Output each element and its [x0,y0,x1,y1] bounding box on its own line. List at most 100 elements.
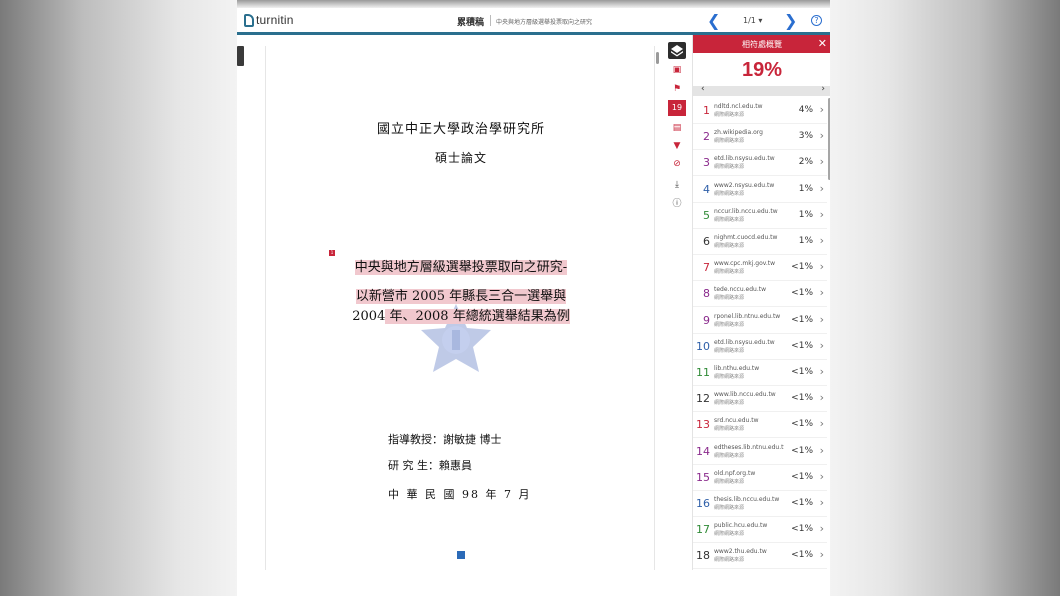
sidebar-toggle-button[interactable] [237,46,244,66]
layers-icon [671,45,683,57]
chevron-right-icon[interactable]: › [820,208,824,221]
next-page-button[interactable]: ❯ [784,11,797,30]
highlighted-match[interactable]: 以新營市 2005 年縣長三合一選舉與 [355,289,567,304]
chevron-right-icon[interactable]: › [820,155,824,168]
source-number: 1 [703,104,710,117]
source-name: www.cpc.mkj.gov.tw [714,260,776,268]
source-row[interactable]: 14 edtheses.lib.ntnu.edu.tw 網際網路來源 <1% › [693,439,827,465]
source-type: 網際網路來源 [714,138,745,145]
source-row[interactable]: 13 srd.ncu.edu.tw 網際網路來源 <1% › [693,412,827,439]
source-percent: <1% [791,498,813,508]
match-overview-panel: 相符處概覽 ✕ 19% ‹ › 1 ndltd.ncl.edu.tw 網際網路來源 4… [692,35,830,570]
turnitin-logo[interactable]: turnitin [244,13,294,27]
document-subtitle: 中央與地方層級選舉投票取向之研究 [496,19,593,26]
close-icon[interactable]: ✕ [818,37,827,50]
source-row[interactable]: 12 www.lib.nccu.edu.tw 網際網路來源 <1% › [693,386,827,413]
chevron-right-icon[interactable]: › [820,103,824,116]
chevron-right-icon[interactable]: › [820,286,824,299]
source-percent: <1% [791,340,813,351]
chevron-right-icon[interactable]: › [820,417,824,430]
page-selector[interactable]: 1/1 ▾ [743,16,762,25]
chevron-right-icon[interactable]: › [820,522,824,535]
source-row[interactable]: 4 www2.nsysu.edu.tw 網際網路來源 1% › [693,177,827,203]
chevron-right-icon[interactable]: › [820,182,824,195]
source-percent: <1% [791,524,813,535]
chevron-right-icon[interactable]: › [820,470,824,483]
chevron-right-icon[interactable]: › [820,548,824,561]
source-number: 11 [696,366,710,379]
source-name: etd.lib.nsysu.edu.tw [714,338,775,346]
chevron-left-icon[interactable]: ‹ [701,84,705,94]
source-row[interactable]: 3 etd.lib.nsysu.edu.tw 網際網路來源 2% › [693,150,827,177]
source-row[interactable]: 2 zh.wikipedia.org 網際網路來源 3% › [693,124,827,151]
chevron-right-icon[interactable]: › [820,129,824,142]
exclude-button[interactable]: ⊘ [668,156,686,171]
source-row[interactable]: 16 thesis.lib.nccu.edu.tw 網際網路來源 <1% › [693,491,827,517]
source-row[interactable]: 7 www.cpc.mkj.gov.tw 網際網路來源 <1% › [693,255,827,282]
overview-button[interactable]: ▣ [668,62,686,77]
download-icon: ⤓ [675,179,679,190]
chevron-right-icon[interactable]: › [820,313,824,326]
source-row[interactable]: 17 public.hcu.edu.tw 網際網路來源 <1% › [693,517,827,544]
source-number: 7 [703,261,710,275]
similarity-score: 19% [741,59,783,81]
source-row[interactable]: 11 lib.nthu.edu.tw 網際網路來源 <1% › [693,360,827,386]
source-row[interactable]: 15 old.npf.org.tw 網際網路來源 <1% › [693,465,827,491]
source-name: ndltd.ncl.edu.tw [714,103,763,110]
match-marker-icon[interactable] [457,551,465,559]
student-line: 研 究 生：賴惠員 [388,459,472,472]
match-count-button[interactable]: 19 [668,100,686,116]
previous-page-button[interactable]: ❮ [707,11,720,30]
match-breakdown-button[interactable]: ▤ [668,120,686,135]
chevron-right-icon[interactable]: › [820,496,824,509]
source-row[interactable]: 18 www2.thu.edu.tw 網際網路來源 <1% › [693,543,827,570]
source-row[interactable]: 5 nccur.lib.nccu.edu.tw 網際網路來源 1% › [693,203,827,229]
flag-button[interactable]: ⚑ [668,81,686,96]
source-percent: <1% [791,550,813,561]
source-number: 6 [703,235,710,248]
chevron-right-icon[interactable]: › [820,365,824,378]
source-row[interactable]: 1 ndltd.ncl.edu.tw 網際網路來源 4% › [693,98,827,124]
panel-scrollbar[interactable] [828,98,830,180]
layers-button[interactable] [668,42,686,59]
source-number: 5 [703,208,710,222]
source-number: 13 [696,418,710,432]
background-shadow-top [237,0,830,8]
help-icon[interactable]: ? [811,15,822,26]
title-text: 2004 [352,309,386,324]
document-scrollbar[interactable] [656,52,659,64]
source-percent: 1% [798,209,813,220]
chevron-right-icon[interactable]: › [820,234,824,247]
filter-icon: ▼ [673,140,681,151]
highlighted-match[interactable]: 年、2008 年總統選舉結果為例 [385,309,570,324]
turnitin-viewer: turnitin 累積稿 中央與地方層級選舉投票取向之研究 ❮ 1/1 ▾ ❯ … [237,8,830,570]
chevron-right-icon[interactable]: › [820,391,824,404]
source-type: 網際網路來源 [714,452,745,459]
source-row[interactable]: 10 etd.lib.nsysu.edu.tw 網際網路來源 <1% › [693,334,827,360]
background-shadow-right [830,0,1060,596]
source-type: 網際網路來源 [714,426,745,433]
source-percent: <1% [791,262,813,273]
chevron-right-icon[interactable]: › [821,84,825,94]
source-number: 18 [696,549,710,563]
source-percent: <1% [791,471,813,482]
chevron-right-icon[interactable]: › [820,339,824,352]
source-type: 網際網路來源 [714,531,745,538]
source-row[interactable]: 9 rponel.lib.ntnu.edu.tw 網際網路來源 <1% › [693,308,827,334]
source-row[interactable]: 6 nighmt.cuocd.edu.tw 網際網路來源 1% › [693,229,827,255]
source-row[interactable]: 8 tede.nccu.edu.tw 網際網路來源 <1% › [693,281,827,308]
chevron-right-icon[interactable]: › [820,260,824,273]
info-button[interactable]: ⓘ [668,195,686,210]
filter-button[interactable]: ▼ [668,138,686,153]
document-page: 國立中正大學政治學研究所 碩士論文 1 中央與地方層級選舉投票取向之研究- 以新… [265,46,655,570]
source-percent: 3% [798,131,813,142]
source-name: www2.nsysu.edu.tw [714,181,775,189]
download-button[interactable]: ⤓ [668,177,686,192]
source-percent: <1% [791,419,813,430]
thesis-title-line-2: 以新營市 2005 年縣長三合一選舉與 [266,285,656,304]
source-name: www2.thu.edu.tw [714,548,767,556]
highlighted-match[interactable]: 中央與地方層級選舉投票取向之研究- [354,260,568,275]
source-percent: <1% [791,314,813,325]
thesis-title-line-1: 中央與地方層級選舉投票取向之研究- [266,256,656,275]
chevron-right-icon[interactable]: › [820,444,824,457]
